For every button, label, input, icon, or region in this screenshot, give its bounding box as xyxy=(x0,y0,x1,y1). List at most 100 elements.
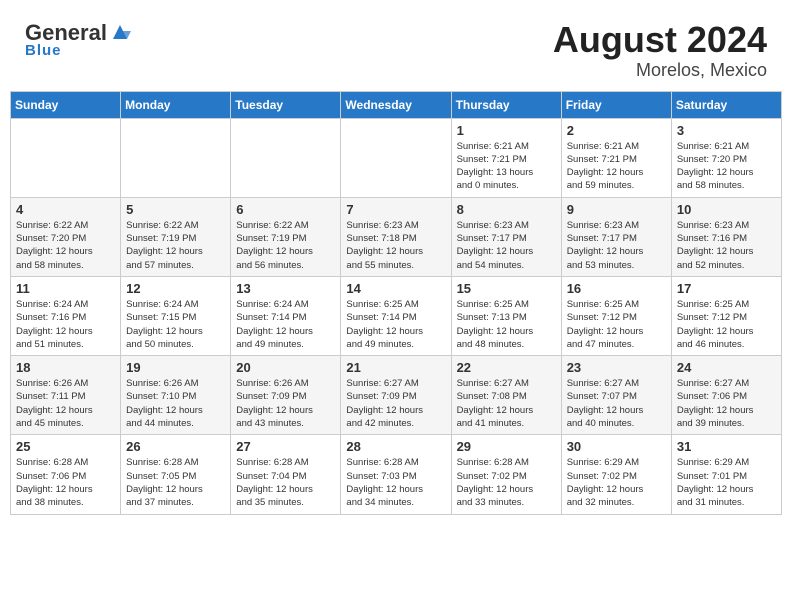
day-info: Sunrise: 6:24 AM Sunset: 7:16 PM Dayligh… xyxy=(16,298,115,351)
header: General Blue August 2024 Morelos, Mexico xyxy=(10,10,782,86)
day-number: 19 xyxy=(126,360,225,375)
calendar-week-4: 18 Sunrise: 6:26 AM Sunset: 7:11 PM Dayli… xyxy=(11,356,782,435)
day-number: 25 xyxy=(16,439,115,454)
table-row: 11 Sunrise: 6:24 AM Sunset: 7:16 PM Dayli… xyxy=(11,276,121,355)
day-info: Sunrise: 6:28 AM Sunset: 7:03 PM Dayligh… xyxy=(346,456,445,509)
col-friday: Friday xyxy=(561,91,671,118)
table-row: 25 Sunrise: 6:28 AM Sunset: 7:06 PM Dayli… xyxy=(11,435,121,514)
day-info: Sunrise: 6:23 AM Sunset: 7:17 PM Dayligh… xyxy=(457,219,556,272)
day-info: Sunrise: 6:23 AM Sunset: 7:18 PM Dayligh… xyxy=(346,219,445,272)
day-number: 31 xyxy=(677,439,776,454)
day-number: 3 xyxy=(677,123,776,138)
table-row: 27Sunrise: 6:28 AM Sunset: 7:04 PM Dayli… xyxy=(231,435,341,514)
table-row xyxy=(121,118,231,197)
day-info: Sunrise: 6:21 AM Sunset: 7:20 PM Dayligh… xyxy=(677,140,776,193)
day-number: 16 xyxy=(567,281,666,296)
table-row: 5 Sunrise: 6:22 AM Sunset: 7:19 PM Daylig… xyxy=(121,197,231,276)
table-row: 6 Sunrise: 6:22 AM Sunset: 7:19 PM Daylig… xyxy=(231,197,341,276)
calendar-week-2: 4 Sunrise: 6:22 AM Sunset: 7:20 PM Daylig… xyxy=(11,197,782,276)
table-row: 16 Sunrise: 6:25 AM Sunset: 7:12 PM Dayli… xyxy=(561,276,671,355)
col-thursday: Thursday xyxy=(451,91,561,118)
col-monday: Monday xyxy=(121,91,231,118)
table-row: 26 Sunrise: 6:28 AM Sunset: 7:05 PM Dayli… xyxy=(121,435,231,514)
table-row: 19 Sunrise: 6:26 AM Sunset: 7:10 PM Dayli… xyxy=(121,356,231,435)
day-number: 20 xyxy=(236,360,335,375)
day-number: 17 xyxy=(677,281,776,296)
day-info: Sunrise: 6:27 AM Sunset: 7:08 PM Dayligh… xyxy=(457,377,556,430)
day-info: Sunrise: 6:22 AM Sunset: 7:20 PM Dayligh… xyxy=(16,219,115,272)
table-row: 28 Sunrise: 6:28 AM Sunset: 7:03 PM Dayli… xyxy=(341,435,451,514)
table-row: 13Sunrise: 6:24 AM Sunset: 7:14 PM Dayli… xyxy=(231,276,341,355)
day-number: 21 xyxy=(346,360,445,375)
day-info: Sunrise: 6:25 AM Sunset: 7:12 PM Dayligh… xyxy=(677,298,776,351)
day-number: 28 xyxy=(346,439,445,454)
day-number: 4 xyxy=(16,202,115,217)
table-row: 14Sunrise: 6:25 AM Sunset: 7:14 PM Dayli… xyxy=(341,276,451,355)
day-info: Sunrise: 6:27 AM Sunset: 7:06 PM Dayligh… xyxy=(677,377,776,430)
day-info: Sunrise: 6:26 AM Sunset: 7:11 PM Dayligh… xyxy=(16,377,115,430)
day-number: 7 xyxy=(346,202,445,217)
day-info: Sunrise: 6:23 AM Sunset: 7:16 PM Dayligh… xyxy=(677,219,776,272)
day-info: Sunrise: 6:22 AM Sunset: 7:19 PM Dayligh… xyxy=(126,219,225,272)
table-row: 2Sunrise: 6:21 AM Sunset: 7:21 PM Daylig… xyxy=(561,118,671,197)
table-row: 4 Sunrise: 6:22 AM Sunset: 7:20 PM Daylig… xyxy=(11,197,121,276)
table-row: 15 Sunrise: 6:25 AM Sunset: 7:13 PM Dayli… xyxy=(451,276,561,355)
col-sunday: Sunday xyxy=(11,91,121,118)
calendar: Sunday Monday Tuesday Wednesday Thursday… xyxy=(10,91,782,515)
day-number: 1 xyxy=(457,123,556,138)
table-row: 1 Sunrise: 6:21 AM Sunset: 7:21 PM Daylig… xyxy=(451,118,561,197)
day-number: 10 xyxy=(677,202,776,217)
day-info: Sunrise: 6:25 AM Sunset: 7:13 PM Dayligh… xyxy=(457,298,556,351)
day-number: 24 xyxy=(677,360,776,375)
day-info: Sunrise: 6:21 AM Sunset: 7:21 PM Dayligh… xyxy=(457,140,556,193)
day-info: Sunrise: 6:29 AM Sunset: 7:01 PM Dayligh… xyxy=(677,456,776,509)
day-number: 15 xyxy=(457,281,556,296)
day-info: Sunrise: 6:28 AM Sunset: 7:06 PM Dayligh… xyxy=(16,456,115,509)
day-number: 29 xyxy=(457,439,556,454)
day-number: 30 xyxy=(567,439,666,454)
day-info: Sunrise: 6:26 AM Sunset: 7:10 PM Dayligh… xyxy=(126,377,225,430)
day-number: 12 xyxy=(126,281,225,296)
table-row: 3 Sunrise: 6:21 AM Sunset: 7:20 PM Daylig… xyxy=(671,118,781,197)
day-info: Sunrise: 6:29 AM Sunset: 7:02 PM Dayligh… xyxy=(567,456,666,509)
table-row: 10 Sunrise: 6:23 AM Sunset: 7:16 PM Dayli… xyxy=(671,197,781,276)
logo-blue: Blue xyxy=(25,42,62,59)
calendar-week-3: 11 Sunrise: 6:24 AM Sunset: 7:16 PM Dayli… xyxy=(11,276,782,355)
day-number: 23 xyxy=(567,360,666,375)
day-number: 6 xyxy=(236,202,335,217)
title-area: August 2024 Morelos, Mexico xyxy=(553,20,767,81)
logo-icon xyxy=(109,21,131,43)
col-tuesday: Tuesday xyxy=(231,91,341,118)
table-row: 21 Sunrise: 6:27 AM Sunset: 7:09 PM Dayli… xyxy=(341,356,451,435)
day-number: 11 xyxy=(16,281,115,296)
table-row: 18 Sunrise: 6:26 AM Sunset: 7:11 PM Dayli… xyxy=(11,356,121,435)
day-info: Sunrise: 6:27 AM Sunset: 7:09 PM Dayligh… xyxy=(346,377,445,430)
day-info: Sunrise: 6:22 AM Sunset: 7:19 PM Dayligh… xyxy=(236,219,335,272)
day-number: 22 xyxy=(457,360,556,375)
calendar-week-1: 1 Sunrise: 6:21 AM Sunset: 7:21 PM Daylig… xyxy=(11,118,782,197)
table-row: 8Sunrise: 6:23 AM Sunset: 7:17 PM Daylig… xyxy=(451,197,561,276)
day-info: Sunrise: 6:28 AM Sunset: 7:02 PM Dayligh… xyxy=(457,456,556,509)
col-saturday: Saturday xyxy=(671,91,781,118)
day-number: 18 xyxy=(16,360,115,375)
month-year: August 2024 xyxy=(553,20,767,60)
table-row: 17 Sunrise: 6:25 AM Sunset: 7:12 PM Dayli… xyxy=(671,276,781,355)
table-row: 22 Sunrise: 6:27 AM Sunset: 7:08 PM Dayli… xyxy=(451,356,561,435)
day-number: 9 xyxy=(567,202,666,217)
table-row: 20 Sunrise: 6:26 AM Sunset: 7:09 PM Dayli… xyxy=(231,356,341,435)
day-info: Sunrise: 6:24 AM Sunset: 7:15 PM Dayligh… xyxy=(126,298,225,351)
day-number: 5 xyxy=(126,202,225,217)
table-row xyxy=(11,118,121,197)
day-info: Sunrise: 6:25 AM Sunset: 7:12 PM Dayligh… xyxy=(567,298,666,351)
day-info: Sunrise: 6:28 AM Sunset: 7:04 PM Dayligh… xyxy=(236,456,335,509)
day-info: Sunrise: 6:28 AM Sunset: 7:05 PM Dayligh… xyxy=(126,456,225,509)
day-number: 26 xyxy=(126,439,225,454)
table-row xyxy=(231,118,341,197)
day-info: Sunrise: 6:26 AM Sunset: 7:09 PM Dayligh… xyxy=(236,377,335,430)
location: Morelos, Mexico xyxy=(553,60,767,81)
logo: General Blue xyxy=(25,20,131,59)
day-info: Sunrise: 6:24 AM Sunset: 7:14 PM Dayligh… xyxy=(236,298,335,351)
col-wednesday: Wednesday xyxy=(341,91,451,118)
calendar-header-row: Sunday Monday Tuesday Wednesday Thursday… xyxy=(11,91,782,118)
calendar-week-5: 25 Sunrise: 6:28 AM Sunset: 7:06 PM Dayli… xyxy=(11,435,782,514)
